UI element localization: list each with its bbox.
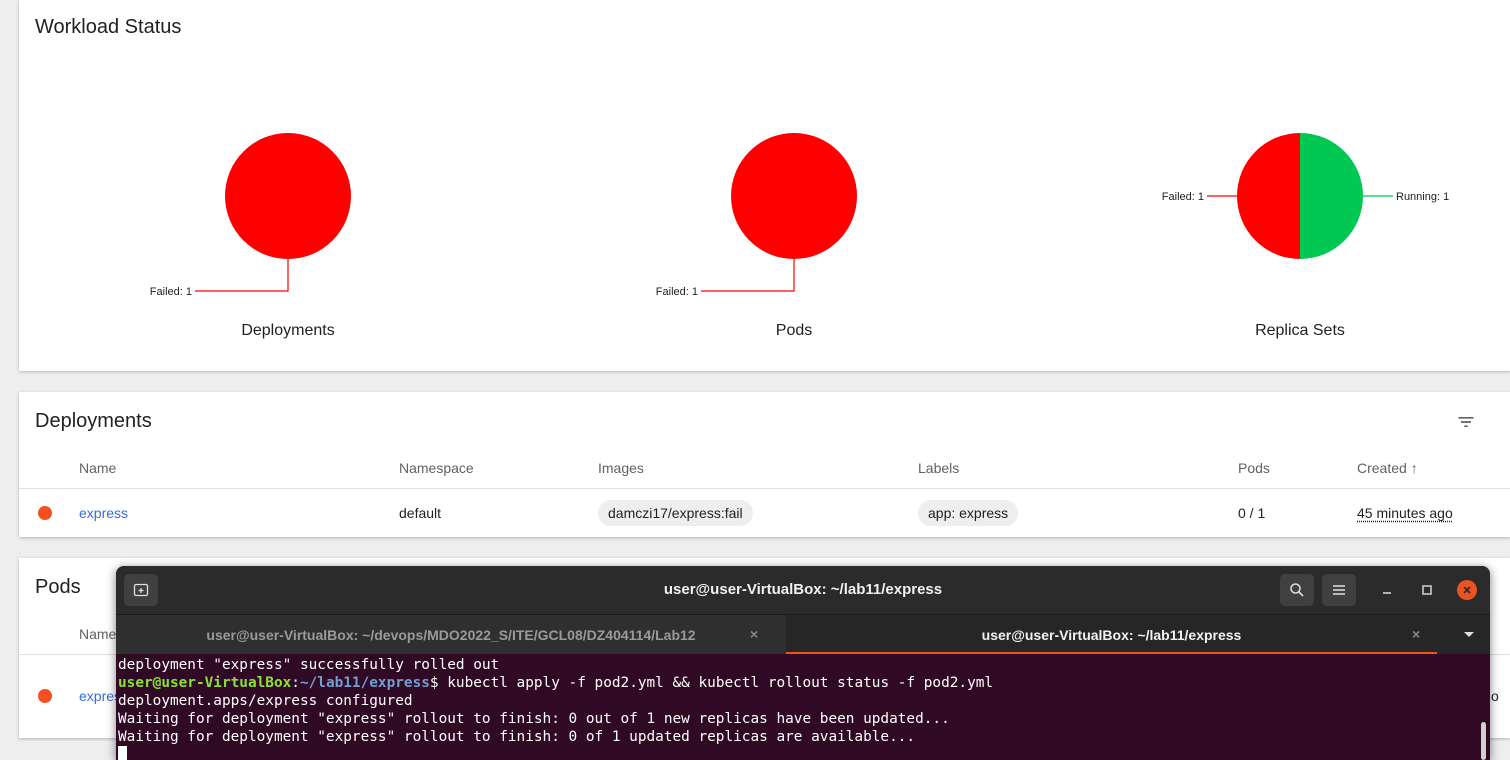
search-button[interactable] xyxy=(1280,574,1314,606)
deployment-pods: 0 / 1 xyxy=(1238,505,1266,521)
terminal-line: deployment.apps/express configured xyxy=(118,693,413,709)
deployments-pie-leader-line xyxy=(195,259,289,292)
terminal-tab-label: user@user-VirtualBox: ~/devops/MDO2022_S… xyxy=(206,627,696,643)
terminal-tab-express[interactable]: user@user-VirtualBox: ~/lab11/express × xyxy=(786,615,1437,655)
column-header-labels[interactable]: Labels xyxy=(918,460,959,476)
deployment-namespace: default xyxy=(399,505,442,521)
pods-title: Pods xyxy=(35,576,81,598)
pod-created-partial: o xyxy=(1491,688,1499,704)
search-icon xyxy=(1290,583,1304,597)
terminal-window[interactable]: user@user-VirtualBox: ~/lab11/express us… xyxy=(116,566,1490,760)
column-header-name[interactable]: Name xyxy=(79,460,116,476)
pods-pie-leader-line xyxy=(701,259,795,292)
maximize-button[interactable] xyxy=(1416,579,1438,601)
prompt-command: $ kubectl apply -f pod2.yml && kubectl r… xyxy=(429,675,994,691)
close-icon xyxy=(1457,580,1477,600)
maximize-icon xyxy=(1422,585,1432,595)
column-header-namespace[interactable]: Namespace xyxy=(399,460,474,476)
pods-pie-block: Failed: 1 Pods xyxy=(644,60,944,360)
terminal-tab-lab12[interactable]: user@user-VirtualBox: ~/devops/MDO2022_S… xyxy=(116,615,786,655)
terminal-line: Waiting for deployment "express" rollout… xyxy=(118,729,916,745)
minimize-icon xyxy=(1383,592,1391,594)
table-header-divider xyxy=(19,488,1510,489)
pods-pie-failed-slice xyxy=(731,133,857,259)
terminal-titlebar[interactable]: user@user-VirtualBox: ~/lab11/express xyxy=(116,566,1490,614)
replica-sets-pie-failed-slice xyxy=(1237,133,1300,259)
close-window-button[interactable] xyxy=(1456,579,1478,601)
replica-sets-pie-block: Failed: 1 Running: 1 Replica Sets xyxy=(1150,60,1450,360)
terminal-tab-label: user@user-VirtualBox: ~/lab11/express xyxy=(981,627,1242,643)
pods-pie-caption: Pods xyxy=(775,322,813,339)
prompt-user: user@user-VirtualBox xyxy=(118,675,292,691)
pods-pie-chart: Failed: 1 xyxy=(656,133,857,298)
column-header-created[interactable]: Created ↑ xyxy=(1357,460,1418,476)
workload-status-card: Workload Status Failed: 1 Deployments Fa… xyxy=(19,0,1510,371)
replica-sets-running-label: Running: 1 xyxy=(1396,191,1449,203)
deployments-card: Deployments Name Namespace Images Labels… xyxy=(19,392,1510,537)
deployments-pie-label: Failed: 1 xyxy=(150,286,192,298)
deployments-pie-caption: Deployments xyxy=(241,322,335,339)
terminal-line: deployment "express" successfully rolled… xyxy=(118,657,500,673)
pods-pie-label: Failed: 1 xyxy=(656,286,698,298)
deployments-pie-block: Failed: 1 Deployments xyxy=(138,60,438,360)
deployment-name-link[interactable]: express xyxy=(79,505,128,521)
terminal-cursor xyxy=(118,746,127,760)
deployments-pie-chart: Failed: 1 xyxy=(150,133,351,298)
filter-list-icon[interactable] xyxy=(1456,412,1476,432)
tab-close-icon[interactable]: × xyxy=(1412,626,1420,642)
terminal-output[interactable]: deployment "express" successfully rolled… xyxy=(116,654,1490,760)
pods-column-header-name[interactable]: Name xyxy=(79,626,116,642)
menu-button[interactable] xyxy=(1322,574,1356,606)
tab-close-icon[interactable]: × xyxy=(750,626,758,642)
pod-name-link[interactable]: expres xyxy=(79,688,121,704)
pod-status-failed-icon xyxy=(38,689,52,703)
replica-sets-pie-running-slice xyxy=(1300,133,1363,259)
replica-sets-pie-chart: Failed: 1 Running: 1 xyxy=(1162,133,1449,259)
hamburger-menu-icon xyxy=(1333,585,1345,595)
terminal-line: Waiting for deployment "express" rollout… xyxy=(118,711,950,727)
deployments-pie-failed-slice xyxy=(225,133,351,259)
replica-sets-failed-label: Failed: 1 xyxy=(1162,191,1204,203)
minimize-button[interactable] xyxy=(1376,579,1398,601)
replica-sets-pie-caption: Replica Sets xyxy=(1255,322,1345,339)
terminal-prompt-line: user@user-VirtualBox:~/lab11/express$ ku… xyxy=(118,674,993,692)
deployments-title: Deployments xyxy=(35,410,152,432)
prompt-colon: : xyxy=(291,675,300,691)
label-chip: app: express xyxy=(918,500,1019,526)
column-header-images[interactable]: Images xyxy=(598,460,644,476)
chevron-down-icon xyxy=(1464,632,1474,637)
image-chip: damczi17/express:fail xyxy=(598,500,753,526)
tab-list-dropdown[interactable] xyxy=(1458,624,1480,646)
terminal-tabbar: user@user-VirtualBox: ~/devops/MDO2022_S… xyxy=(116,614,1490,655)
terminal-scrollbar[interactable] xyxy=(1481,722,1486,760)
status-failed-icon xyxy=(38,506,52,520)
workload-status-title: Workload Status xyxy=(35,16,182,38)
deployment-created: 45 minutes ago xyxy=(1357,505,1453,521)
prompt-path: ~/lab11/express xyxy=(299,675,430,691)
column-header-pods[interactable]: Pods xyxy=(1238,460,1270,476)
